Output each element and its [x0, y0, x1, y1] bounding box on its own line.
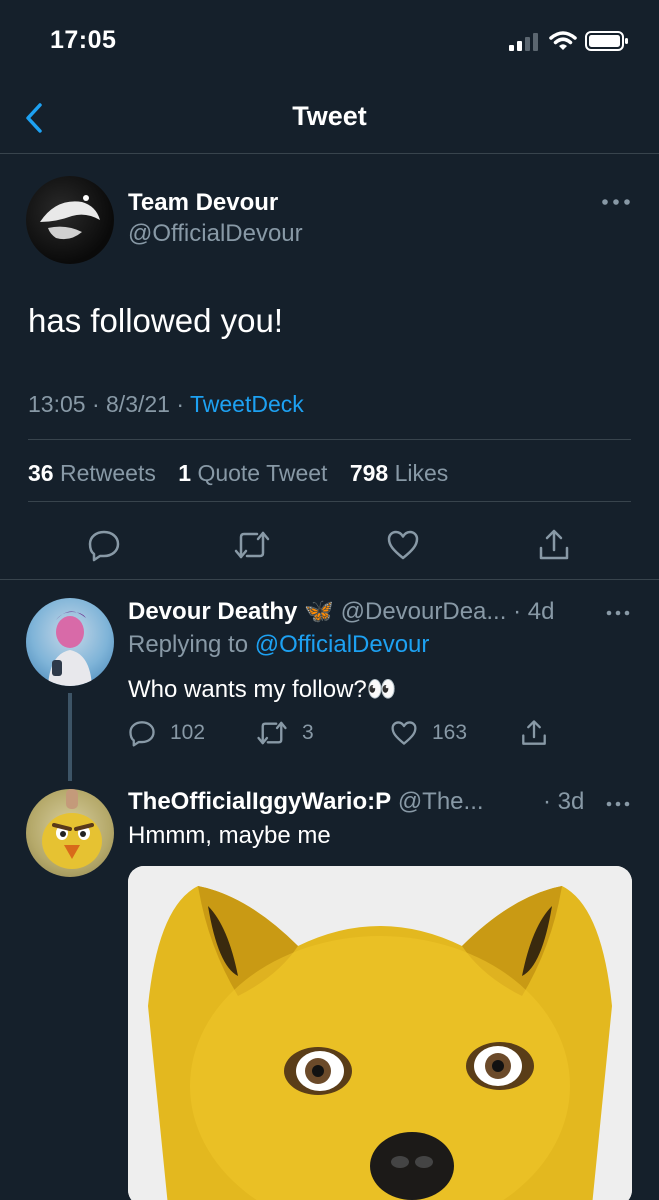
reply-text: Who wants my follow?👀 — [128, 676, 397, 703]
avatar[interactable] — [26, 176, 114, 264]
tweet-meta: 13:05 · 8/3/21 · TweetDeck — [28, 391, 304, 418]
divider — [28, 439, 631, 440]
reply-author-name[interactable]: Devour Deathy — [128, 598, 297, 625]
avatar-character-image — [48, 611, 92, 686]
more-options-icon[interactable] — [606, 608, 630, 618]
author-handle[interactable]: @OfficialDevour — [128, 220, 303, 248]
reply-actions: 102 3 163 — [128, 717, 558, 749]
reply-author-name[interactable]: TheOfficialIggyWario:P — [128, 788, 391, 815]
tweet-actions — [0, 525, 659, 565]
nav-header: Tweet — [0, 84, 659, 154]
meta-separator: · — [91, 391, 107, 417]
status-bar: 17:05 — [0, 0, 659, 84]
reply-tweet[interactable]: Devour Deathy 🦋 @DevourDea... · 4d Reply… — [0, 581, 659, 781]
retweet-icon — [234, 531, 270, 559]
reply-header: TheOfficialIggyWario:P @The... — [128, 788, 484, 816]
share-button[interactable] — [534, 525, 574, 565]
reply-age: · 4d — [513, 598, 555, 625]
reply-icon — [129, 721, 155, 747]
reply-media-image[interactable] — [128, 866, 632, 1200]
mention-link[interactable]: @OfficialDevour — [255, 631, 430, 658]
wifi-icon — [549, 31, 577, 50]
thread-line — [68, 693, 72, 781]
page-title: Tweet — [292, 101, 367, 131]
reply-header: Devour Deathy 🦋 @DevourDea... · 4d — [128, 597, 554, 626]
heart-icon — [391, 721, 417, 745]
retweet-icon — [257, 721, 287, 745]
tweet-date: 8/3/21 — [106, 391, 170, 417]
likes-stat[interactable]: 798 Likes — [350, 460, 448, 486]
retweets-stat[interactable]: 36 Retweets — [28, 460, 156, 486]
reply-button[interactable] — [84, 525, 124, 565]
doge-mask-image — [128, 866, 632, 1200]
avatar-bird-image — [42, 789, 102, 869]
tweet-stats: 36 Retweets 1 Quote Tweet 798 Likes — [28, 460, 464, 487]
more-options-icon[interactable] — [600, 195, 632, 209]
retweet-button[interactable]: 3 — [256, 717, 314, 749]
retweet-count: 3 — [302, 721, 314, 744]
main-tweet: Team Devour @OfficialDevour has followed… — [0, 155, 659, 580]
butterfly-emoji: 🦋 — [304, 598, 334, 625]
share-button[interactable] — [520, 717, 548, 749]
devour-logo-icon — [40, 195, 100, 240]
replying-to: Replying to @OfficialDevour — [128, 631, 430, 658]
quote-tweets-stat[interactable]: 1 Quote Tweet — [178, 460, 327, 486]
status-time: 17:05 — [50, 26, 117, 54]
reply-button[interactable]: 102 — [128, 717, 205, 749]
divider — [28, 501, 631, 502]
like-button[interactable]: 163 — [390, 717, 467, 749]
share-icon — [539, 529, 569, 560]
tweet-source-link[interactable]: TweetDeck — [190, 391, 304, 417]
author-name[interactable]: Team Devour — [128, 189, 278, 217]
retweet-button[interactable] — [232, 525, 272, 565]
cellular-signal-icon — [509, 33, 538, 51]
reply-age: · 3d — [543, 788, 585, 815]
heart-icon — [387, 530, 419, 560]
tweet-text: has followed you! — [28, 302, 283, 339]
more-options-icon[interactable] — [606, 799, 630, 809]
battery-icon — [585, 31, 628, 51]
avatar[interactable] — [26, 598, 114, 686]
meta-separator: · — [176, 391, 190, 417]
like-button[interactable] — [383, 525, 423, 565]
tweet-time: 13:05 — [28, 391, 86, 417]
reply-author-handle[interactable]: @DevourDea... — [341, 598, 507, 625]
reply-icon — [88, 530, 120, 562]
share-icon — [522, 720, 546, 745]
reply-author-handle[interactable]: @The... — [398, 788, 484, 815]
like-count: 163 — [432, 721, 468, 744]
avatar[interactable] — [26, 789, 114, 877]
reply-count: 102 — [170, 721, 206, 744]
reply-text: Hmmm, maybe me — [128, 822, 331, 849]
